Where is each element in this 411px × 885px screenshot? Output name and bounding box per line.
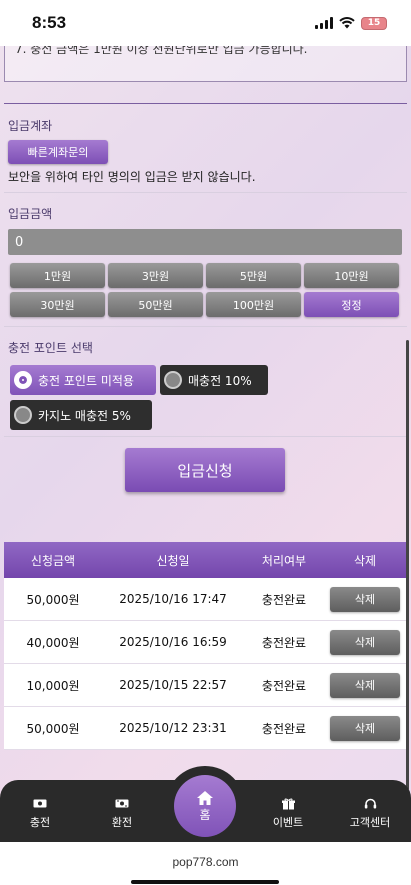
nav-event[interactable]: 이벤트 xyxy=(253,798,323,830)
table-row: 10,000원 2025/10/15 22:57 충전완료 삭제 xyxy=(4,664,406,707)
header-amount: 신청금액 xyxy=(30,553,76,568)
deposit-amount-label: 입금금액 xyxy=(8,207,53,221)
security-notice: 보안을 위하여 타인 명의의 입금은 받지 않습니다. xyxy=(8,170,256,184)
point-option-label: 카지노 매충전 5% xyxy=(38,408,131,423)
point-select-label: 충전 포인트 선택 xyxy=(8,341,93,355)
nav-home-button[interactable]: 홈 xyxy=(174,775,236,837)
row-delete-cell: 삭제 xyxy=(324,672,406,698)
amount-30k-button[interactable]: 3만원 xyxy=(108,263,203,288)
headset-icon xyxy=(335,798,405,814)
amount-50k-button[interactable]: 5만원 xyxy=(206,263,301,288)
reset-amount-button[interactable]: 정정 xyxy=(304,292,399,317)
status-bar: 8:53 15 xyxy=(0,0,411,46)
url-text: pop778.com xyxy=(172,855,239,869)
delete-button[interactable]: 삭제 xyxy=(330,672,400,698)
amount-10k-button[interactable]: 1만원 xyxy=(10,263,105,288)
row-status: 충전완료 xyxy=(261,592,307,607)
point-option-label: 매충전 10% xyxy=(188,373,252,388)
row-date: 2025/10/12 23:31 xyxy=(119,721,227,735)
amount-input[interactable]: 0 xyxy=(8,229,402,255)
row-date: 2025/10/16 17:47 xyxy=(119,592,227,606)
row-date: 2025/10/16 16:59 xyxy=(119,635,227,649)
url-bar[interactable]: pop778.com xyxy=(0,842,411,885)
amount-500k-button[interactable]: 50만원 xyxy=(108,292,203,317)
table-row: 50,000원 2025/10/12 23:31 충전완료 삭제 xyxy=(4,707,406,750)
row-status: 충전완료 xyxy=(261,635,307,650)
scrollbar[interactable] xyxy=(406,340,409,790)
exchange-icon xyxy=(87,798,157,814)
amount-button-grid: 1만원 3만원 5만원 10만원 30만원 50만원 100만원 정정 xyxy=(10,263,400,317)
amount-100k-button[interactable]: 10만원 xyxy=(304,263,399,288)
nav-support-label: 고객센터 xyxy=(349,816,391,829)
amount-300k-button[interactable]: 30만원 xyxy=(10,292,105,317)
header-date: 신청일 xyxy=(156,553,190,568)
nav-support[interactable]: 고객센터 xyxy=(335,798,405,830)
wifi-icon xyxy=(339,17,355,29)
radio-selected-icon xyxy=(14,371,32,389)
nav-home-label: 홈 xyxy=(199,807,211,822)
charge-icon xyxy=(5,798,75,814)
row-delete-cell: 삭제 xyxy=(324,629,406,655)
deposit-submit-button[interactable]: 입금신청 xyxy=(125,448,285,492)
table-row: 50,000원 2025/10/16 17:47 충전완료 삭제 xyxy=(4,578,406,621)
quick-account-button[interactable]: 빠른계좌문의 xyxy=(8,140,108,164)
battery-icon: 15 xyxy=(361,16,387,30)
radio-icon xyxy=(14,406,32,424)
divider xyxy=(4,436,407,437)
divider xyxy=(4,326,407,327)
notice-top-text: 7. 충전 금액은 1만원 이상 천원단위로만 입금 가능합니다. xyxy=(15,46,308,56)
table-row: 40,000원 2025/10/16 16:59 충전완료 삭제 xyxy=(4,621,406,664)
home-icon xyxy=(197,790,213,805)
nav-exchange[interactable]: 환전 xyxy=(87,798,157,830)
row-amount: 50,000원 xyxy=(26,592,80,607)
header-status: 처리여부 xyxy=(261,553,307,568)
header-delete: 삭제 xyxy=(353,553,377,568)
radio-icon xyxy=(164,371,182,389)
nav-event-label: 이벤트 xyxy=(272,816,304,829)
section-divider xyxy=(4,103,407,104)
row-status: 충전완료 xyxy=(261,678,307,693)
delete-button[interactable]: 삭제 xyxy=(330,586,400,612)
row-amount: 10,000원 xyxy=(26,678,80,693)
nav-charge[interactable]: 충전 xyxy=(5,798,75,830)
deposit-account-label: 입금계좌 xyxy=(8,119,53,133)
nav-exchange-label: 환전 xyxy=(111,816,133,829)
status-icons: 15 xyxy=(315,16,387,30)
gift-icon xyxy=(253,798,323,814)
nav-charge-label: 충전 xyxy=(29,816,51,829)
point-option-casino-5[interactable]: 카지노 매충전 5% xyxy=(10,400,152,430)
point-option-none[interactable]: 충전 포인트 미적용 xyxy=(10,365,156,395)
row-amount: 50,000원 xyxy=(26,721,80,736)
notice-box: 7. 충전 금액은 1만원 이상 천원단위로만 입금 가능합니다. xyxy=(4,46,407,82)
row-amount: 40,000원 xyxy=(26,635,80,650)
deposit-history-table: 신청금액 신청일 처리여부 삭제 50,000원 2025/10/16 17:4… xyxy=(4,542,406,750)
point-option-label: 충전 포인트 미적용 xyxy=(38,373,134,388)
point-option-10[interactable]: 매충전 10% xyxy=(160,365,268,395)
home-indicator[interactable] xyxy=(131,880,279,884)
divider xyxy=(4,192,407,193)
amount-1m-button[interactable]: 100만원 xyxy=(206,292,301,317)
row-delete-cell: 삭제 xyxy=(324,715,406,741)
row-date: 2025/10/15 22:57 xyxy=(119,678,227,692)
row-status: 충전완료 xyxy=(261,721,307,736)
row-delete-cell: 삭제 xyxy=(324,586,406,612)
delete-button[interactable]: 삭제 xyxy=(330,715,400,741)
status-time: 8:53 xyxy=(32,13,67,32)
delete-button[interactable]: 삭제 xyxy=(330,629,400,655)
signal-icon xyxy=(315,17,333,29)
table-header: 신청금액 신청일 처리여부 삭제 xyxy=(4,542,406,578)
